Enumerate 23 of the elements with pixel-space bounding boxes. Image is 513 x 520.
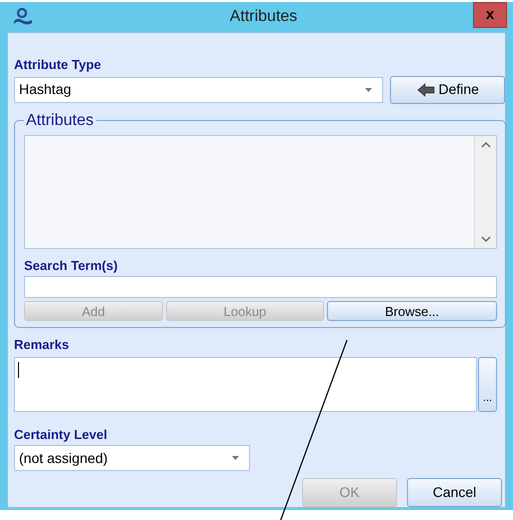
text-cursor <box>18 362 19 378</box>
cancel-button[interactable]: Cancel <box>407 478 502 507</box>
more-button[interactable]: ... <box>478 356 497 412</box>
group-title: Attributes <box>25 112 95 130</box>
browse-button[interactable]: Browse... <box>327 301 497 321</box>
define-button[interactable]: Define <box>390 76 505 104</box>
certainty-dropdown[interactable]: (not assigned) <box>14 445 250 471</box>
close-button[interactable]: x <box>473 2 507 28</box>
field-label: Search Term(s) <box>24 256 119 275</box>
scroll-up-icon[interactable] <box>480 142 490 148</box>
left-arrow-icon <box>416 82 434 96</box>
search-field[interactable] <box>24 276 497 298</box>
field-label: Certainty Level <box>14 426 108 444</box>
field-label: Attribute Type <box>14 56 102 74</box>
scrollbar[interactable] <box>474 136 496 248</box>
window-title: Attributes <box>228 7 298 27</box>
scroll-down-icon[interactable] <box>480 236 490 242</box>
remarks-field[interactable] <box>14 356 477 412</box>
field-label: Remarks <box>14 336 70 354</box>
dropdown-arrow-icon <box>365 88 372 92</box>
attribute-type-dropdown[interactable]: Hashtag <box>14 76 384 102</box>
dropdown-arrow-icon <box>232 456 239 460</box>
app-icon <box>12 7 34 27</box>
